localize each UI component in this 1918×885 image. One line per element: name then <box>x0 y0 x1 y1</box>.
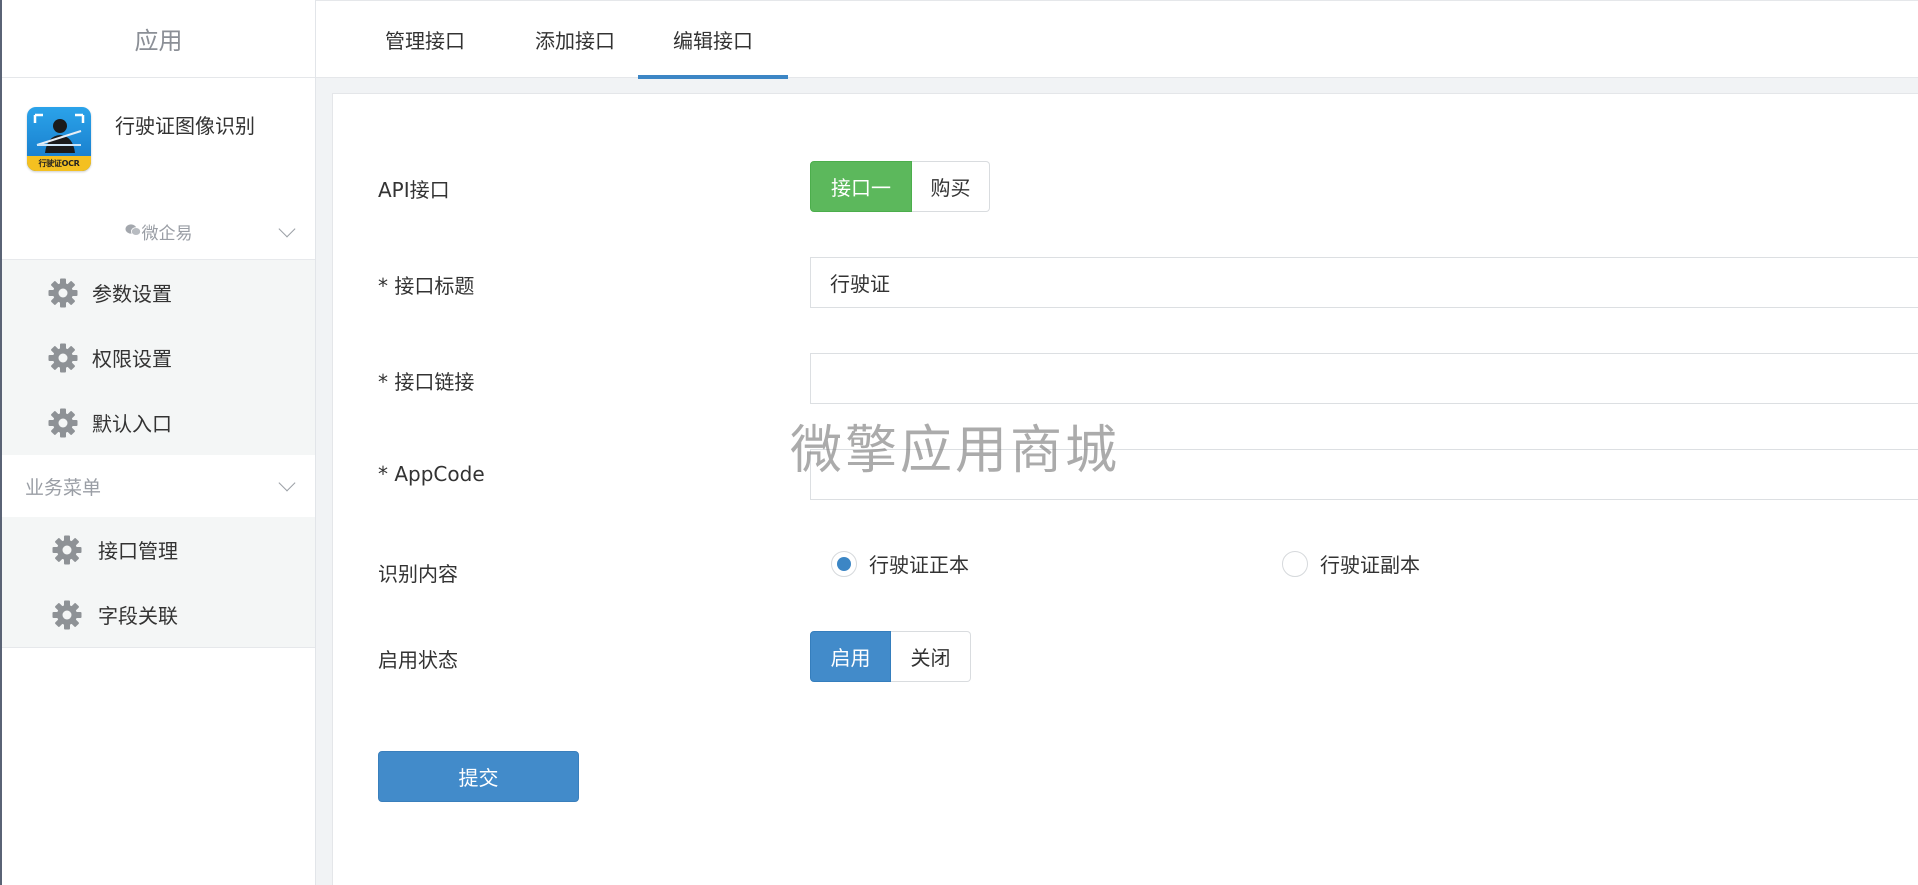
radio-license-front[interactable]: 行驶证正本 <box>831 549 969 578</box>
business-menu: 接口管理 字段关联 <box>2 517 315 647</box>
menu-item-label: 参数设置 <box>92 282 172 306</box>
menu-item-label: 接口管理 <box>98 539 178 563</box>
tab-add-api[interactable]: 添加接口 <box>500 1 650 77</box>
app-info: 行驶证OCR <box>2 78 315 204</box>
gear-icon <box>50 598 84 632</box>
chevron-down-icon <box>278 220 296 237</box>
menu-item-label: 权限设置 <box>92 347 172 371</box>
chevron-down-icon <box>278 474 296 492</box>
menu-item-label: 默认入口 <box>92 412 172 436</box>
radio-checked-icon <box>831 550 857 577</box>
menu-item-param-settings[interactable]: 参数设置 <box>2 260 315 325</box>
tab-edit-api[interactable]: 编辑接口 <box>638 1 788 79</box>
menu-item-field-association[interactable]: 字段关联 <box>2 582 315 647</box>
enable-button[interactable]: 启用 <box>810 631 891 682</box>
status-label: 启用状态 <box>378 648 458 672</box>
tab-manage-api[interactable]: 管理接口 <box>350 1 500 77</box>
link-input[interactable] <box>810 353 1918 404</box>
api-selector: 接口一 购买 <box>810 161 990 212</box>
radio-label: 行驶证副本 <box>1320 553 1420 577</box>
sidebar-title: 应用 <box>2 0 315 78</box>
settings-menu: 参数设置 权限设置 默认入口 <box>2 260 315 455</box>
platform-label: 微企易 <box>141 224 193 244</box>
api-label: API接口 <box>378 178 450 202</box>
link-label: * 接口链接 <box>378 370 475 394</box>
menu-item-api-management[interactable]: 接口管理 <box>2 517 315 582</box>
content-label: 识别内容 <box>378 562 458 586</box>
status-toggle: 启用 关闭 <box>810 631 971 682</box>
appcode-input[interactable] <box>810 449 1918 500</box>
divider <box>2 647 315 648</box>
api-option-one-button[interactable]: 接口一 <box>810 161 912 212</box>
appcode-label: * AppCode <box>378 462 485 486</box>
gear-icon <box>50 533 84 567</box>
app-logo: 行驶证OCR <box>27 107 91 171</box>
buy-button[interactable]: 购买 <box>912 161 990 212</box>
gear-icon <box>46 406 80 440</box>
disable-button[interactable]: 关闭 <box>891 631 971 682</box>
radio-label: 行驶证正本 <box>869 553 969 577</box>
app-logo-caption: 行驶证OCR <box>27 156 91 171</box>
gear-icon <box>46 341 80 375</box>
title-input[interactable] <box>810 257 1918 308</box>
submit-button[interactable]: 提交 <box>378 751 579 802</box>
radio-unchecked-icon <box>1282 550 1308 577</box>
title-label: * 接口标题 <box>378 274 475 298</box>
app-name: 行驶证图像识别 <box>115 114 255 138</box>
gear-icon <box>46 276 80 310</box>
menu-item-default-entry[interactable]: 默认入口 <box>2 390 315 455</box>
menu-item-permission-settings[interactable]: 权限设置 <box>2 325 315 390</box>
app-root: 应用 行驶证OCR 微企易 参数设置 权限设置 默认入口 业务菜单 接口管理 字… <box>0 0 1918 885</box>
menu-item-label: 字段关联 <box>98 604 178 628</box>
section-label: 业务菜单 <box>25 476 102 499</box>
wechat-icon <box>125 223 141 241</box>
tab-bar: 管理接口 添加接口 编辑接口 <box>316 0 1918 79</box>
platform-selector[interactable]: 微企易 <box>2 204 315 260</box>
business-menu-toggle[interactable]: 业务菜单 <box>2 455 315 517</box>
radio-license-back[interactable]: 行驶证副本 <box>1282 549 1420 578</box>
